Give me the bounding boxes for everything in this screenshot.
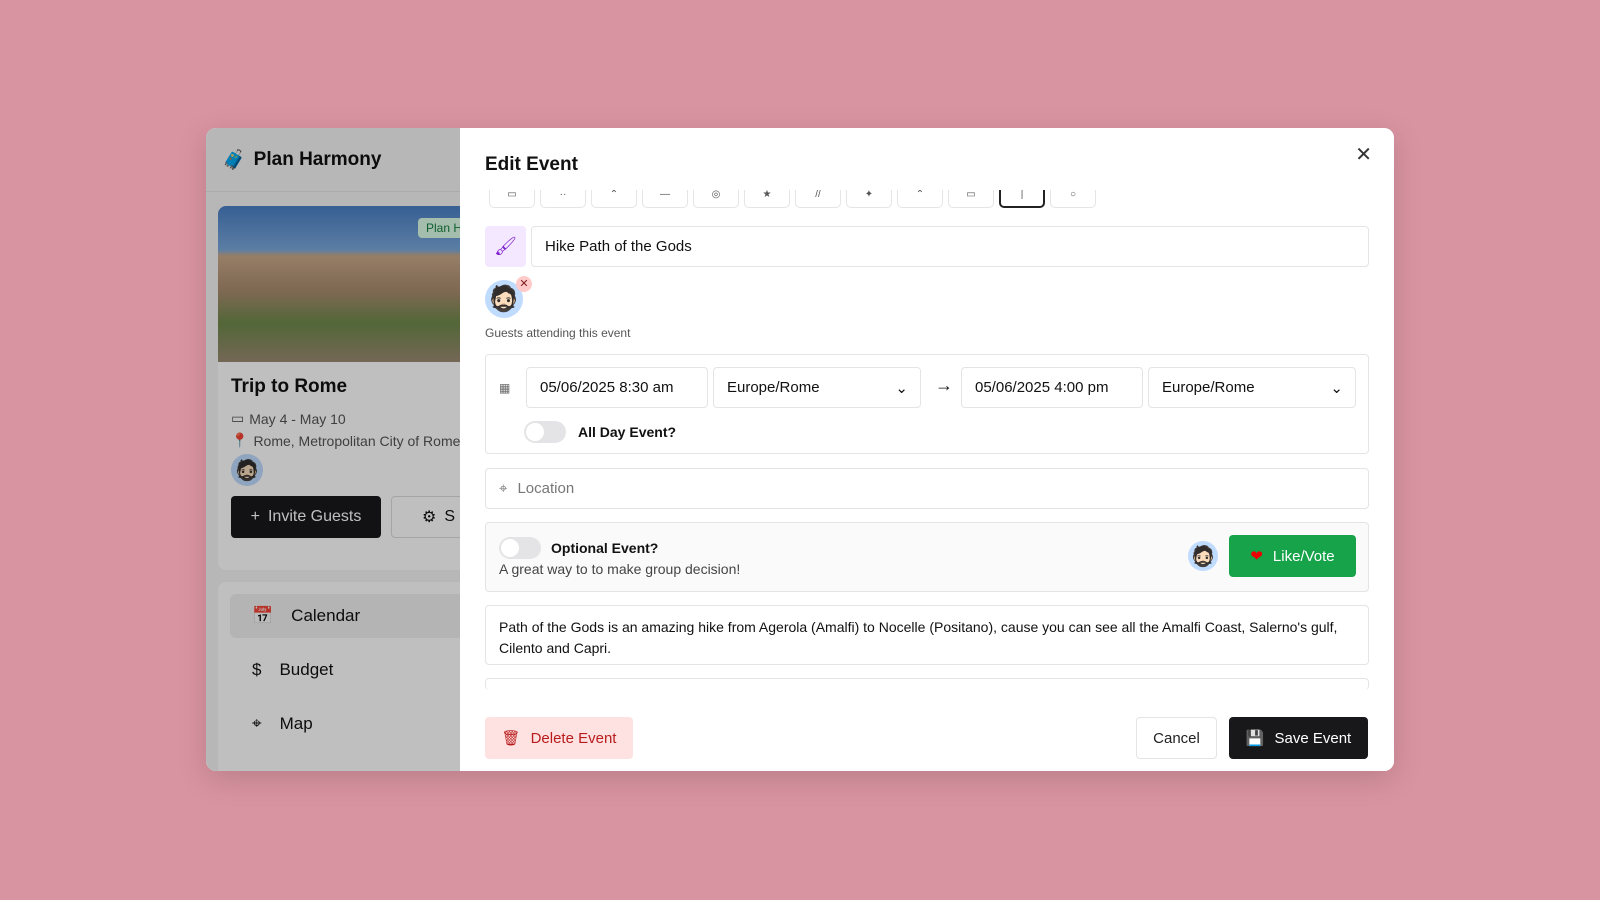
icon-option[interactable]: ⌃ [591,190,637,208]
icon-option[interactable]: ▭ [948,190,994,208]
calendar-icon: ▭ [231,410,245,426]
calendar-icon: ▦ [499,381,511,395]
trip-dates: May 4 - May 10 [249,410,346,427]
dialog-title: Edit Event [485,154,578,175]
close-icon[interactable]: ✕ [1355,142,1372,167]
like-label: Like/Vote [1272,547,1335,565]
trip-photo: Plan H [218,206,460,362]
app-window: 🧳 Plan Harmony Plan H Trip to Rome ▭ May 4… [206,128,1394,771]
edit-event-dialog: Edit Event ✕ ▭ ·· ⌃ — ◎ ★ // ✦ ⌃ ▭ | ○ 🖌 Hike Path … [460,128,1394,771]
sidebar-item-calendar[interactable]: 📅 Calendar [230,594,460,638]
trip-location: Rome, Metropolitan City of Rome [253,432,460,449]
icon-option[interactable]: ○ [1050,190,1096,208]
guests-label: Guests attending this event [485,326,631,340]
settings-button[interactable]: ⚙ S [391,496,460,538]
sidebar-item-budget[interactable]: $ Budget [230,648,460,692]
user-plus-icon: + [250,508,260,525]
icon-option[interactable]: ★ [744,190,790,208]
nav-label: Calendar [291,606,361,625]
trip-card: Plan H Trip to Rome ▭ May 4 - May 10 📍 Rom… [218,206,460,570]
icon-option[interactable]: ⌃ [897,190,943,208]
cancel-button[interactable]: Cancel [1136,717,1217,759]
save-label: Save Event [1274,729,1352,747]
save-icon: 💾 [1245,730,1265,747]
icon-option[interactable]: ✦ [846,190,892,208]
heart-icon: ❤ [1250,548,1263,565]
brand: 🧳 Plan Harmony [206,128,460,192]
icon-option-selected[interactable]: | [999,190,1045,208]
luggage-icon: 🧳 [222,149,246,171]
arrow-right-icon: → [935,375,953,395]
trash-icon: 🗑 [501,730,521,747]
description-textarea[interactable]: Path of the Gods is an amazing hike from… [485,605,1369,665]
date-time-section: ▦ 05/06/2025 8:30 am Europe/Rome ⌄ → 05/0… [485,354,1369,454]
sidebar: 🧳 Plan Harmony Plan H Trip to Rome ▭ May 4… [206,128,460,771]
extra-field[interactable] [485,678,1369,690]
voter-avatar: 🧔🏻 [1188,541,1218,571]
optional-event-section: Optional Event? A great way to to make g… [485,522,1369,592]
cancel-label: Cancel [1153,729,1200,747]
paint-bucket-icon[interactable]: 🖌 [485,226,526,267]
avatar[interactable]: 🧔🏻 [231,454,263,486]
start-datetime-input[interactable]: 05/06/2025 8:30 am [526,367,708,408]
plan-badge: Plan H [418,218,460,238]
delete-label: Delete Event [530,729,617,747]
icon-option[interactable]: — [642,190,688,208]
map-pin-icon: ⌖ [499,480,508,497]
all-day-toggle[interactable] [524,421,566,443]
optional-hint: A great way to to make group decision! [499,561,741,577]
event-title-value: Hike Path of the Gods [545,238,692,255]
map-pin-icon: ⌖ [252,714,262,733]
end-value: 05/06/2025 4:00 pm [975,379,1109,396]
end-tz-value: Europe/Rome [1162,379,1255,396]
icon-option[interactable]: // [795,190,841,208]
map-pin-icon: 📍 [231,432,249,448]
sidebar-nav: 📅 Calendar $ Budget ⌖ Map [218,582,460,771]
gear-icon: ⚙ [422,509,437,526]
all-day-label: All Day Event? [578,424,677,440]
location-placeholder: Location [517,480,575,497]
end-timezone-select[interactable]: Europe/Rome ⌄ [1148,367,1356,408]
brand-name: Plan Harmony [253,148,382,170]
event-title-input[interactable]: Hike Path of the Gods [531,226,1369,267]
settings-label: S [444,508,456,525]
receipt-dollar-icon: $ [252,660,262,679]
nav-label: Budget [279,660,334,679]
icon-picker-toolbar: ▭ ·· ⌃ — ◎ ★ // ✦ ⌃ ▭ | ○ [489,190,1096,210]
optional-event-toggle[interactable] [499,537,541,559]
start-tz-value: Europe/Rome [727,379,820,396]
icon-option[interactable]: ·· [540,190,586,208]
delete-event-button[interactable]: 🗑 Delete Event [485,717,633,759]
save-event-button[interactable]: 💾 Save Event [1229,717,1368,759]
chevron-down-icon: ⌄ [1330,379,1343,397]
icon-option[interactable]: ▭ [489,190,535,208]
start-value: 05/06/2025 8:30 am [540,379,674,396]
chevron-down-icon: ⌄ [895,379,908,397]
start-timezone-select[interactable]: Europe/Rome ⌄ [713,367,921,408]
trip-name: Trip to Rome [231,376,348,397]
optional-label: Optional Event? [551,540,659,556]
end-datetime-input[interactable]: 05/06/2025 4:00 pm [961,367,1143,408]
nav-label: Map [279,714,313,733]
description-value: Path of the Gods is an amazing hike from… [499,619,1338,656]
sidebar-item-map[interactable]: ⌖ Map [230,702,460,746]
like-vote-button[interactable]: ❤ Like/Vote [1229,535,1356,577]
remove-guest-icon[interactable]: ✕ [516,276,532,292]
invite-label: Invite Guests [267,508,362,525]
invite-guests-button[interactable]: + Invite Guests [231,496,381,538]
location-input[interactable]: ⌖ Location [485,468,1369,509]
icon-option[interactable]: ◎ [693,190,739,208]
calendar-icon: 📅 [252,606,274,625]
